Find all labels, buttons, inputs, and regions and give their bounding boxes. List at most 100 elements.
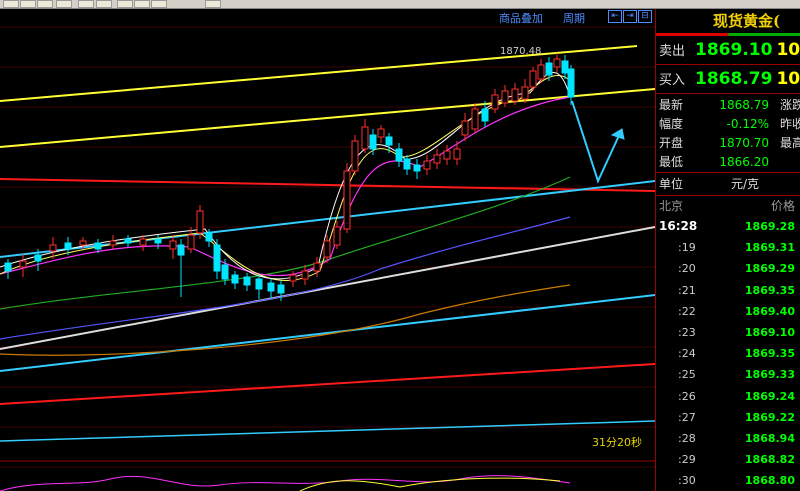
projection-path <box>571 100 623 184</box>
channel-line-lower <box>0 88 655 148</box>
chart-canvas[interactable] <box>0 9 655 491</box>
tick-header-price: 价格 <box>770 199 795 213</box>
stat-row: 开盘 1870.70 最高 <box>656 134 800 153</box>
tick-price: 1868.80 <box>744 474 795 488</box>
kline-chart[interactable]: 商品叠加 周期 ⇤ ⇥ ⊟ 1870.48 31分20秒 <box>0 9 655 491</box>
ma-yellow <box>0 74 569 282</box>
candlestick <box>221 264 229 280</box>
tick-time: :24 <box>678 347 696 361</box>
candlestick <box>139 238 147 246</box>
buy-volume: 10 <box>776 69 800 89</box>
tick-row: :21 1869.35 <box>656 280 800 301</box>
candlestick <box>443 150 451 160</box>
candlestick <box>369 134 377 150</box>
tick-time: :22 <box>678 304 696 318</box>
stat-label-2: 昨收 <box>780 117 800 131</box>
stat-label: 幅度 <box>659 117 684 131</box>
tick-price: 1869.28 <box>744 220 795 233</box>
candlestick <box>289 274 297 282</box>
tick-row: :26 1869.24 <box>656 386 800 407</box>
candlestick <box>196 210 204 234</box>
candlestick <box>333 226 341 246</box>
tick-time: :21 <box>678 283 696 297</box>
toolbar-button[interactable] <box>3 0 19 8</box>
candlestick <box>377 128 385 138</box>
tick-row: :20 1869.29 <box>656 258 800 279</box>
indicator-line-2 <box>299 477 561 491</box>
tick-row: :23 1869.10 <box>656 322 800 343</box>
candlestick <box>323 240 331 258</box>
candlestick <box>154 238 162 244</box>
candlestick <box>529 70 537 88</box>
candlestick <box>267 282 275 292</box>
candlestick <box>94 242 102 250</box>
candlestick <box>413 164 421 172</box>
tick-time: :29 <box>678 453 696 467</box>
sell-volume: 10 <box>776 40 800 60</box>
candlestick <box>205 232 213 242</box>
toolbar-button[interactable] <box>205 0 221 8</box>
sell-label: 卖出 <box>659 44 686 59</box>
instrument-title: 现货黄金( <box>713 12 781 30</box>
candlestick <box>545 62 553 76</box>
nav-collapse-button[interactable]: ⊟ <box>638 10 652 23</box>
toolbar-button[interactable] <box>78 0 94 8</box>
toolbar-button[interactable] <box>96 0 112 8</box>
tick-price: 1869.22 <box>744 410 795 424</box>
candlestick <box>361 126 369 150</box>
stats-block: 最新 1868.79 涨跌 幅度 -0.12% 昨收 开盘 1870.70 最高 最低 186… <box>656 94 800 173</box>
toolbar-button[interactable] <box>151 0 167 8</box>
tick-time: :27 <box>678 410 696 424</box>
toolbar-button[interactable] <box>117 0 133 8</box>
unit-label: 单位 <box>659 177 684 191</box>
toolbar-button[interactable] <box>56 0 72 8</box>
overlay-commodity-button[interactable]: 商品叠加 <box>499 10 543 26</box>
horizontal-support-line <box>0 178 655 192</box>
tick-row: :30 1868.80 <box>656 470 800 491</box>
toolbar-button[interactable] <box>37 0 53 8</box>
tick-row: :28 1868.94 <box>656 428 800 449</box>
candlestick <box>177 244 185 256</box>
candlestick <box>64 242 72 250</box>
tick-header-time: 北京 <box>659 199 684 213</box>
tick-list[interactable]: 16:28 1869.28:19 1869.31:20 1869.29:21 1869.… <box>656 216 800 491</box>
candlestick <box>481 108 489 122</box>
candlestick <box>433 154 441 164</box>
candlestick <box>567 68 575 98</box>
cyan-trendline-bottom <box>0 420 655 442</box>
stat-row: 最新 1868.79 涨跌 <box>656 96 800 115</box>
tick-price: 1869.35 <box>744 347 795 361</box>
toolbar-button[interactable] <box>20 0 36 8</box>
stat-label: 开盘 <box>659 136 684 150</box>
candlestick <box>453 148 461 160</box>
candlestick <box>471 108 479 130</box>
nav-right-button[interactable]: ⇥ <box>623 10 637 23</box>
candlestick <box>385 136 393 146</box>
candlestick <box>34 254 42 262</box>
tick-row: :29 1868.82 <box>656 449 800 470</box>
candlestick <box>49 244 57 252</box>
bar-countdown: 31分20秒 <box>592 436 642 449</box>
tick-time: :19 <box>678 241 696 255</box>
tick-time: 16:28 <box>659 219 698 233</box>
candlestick <box>313 262 321 272</box>
stat-value: 1870.70 <box>719 136 769 150</box>
candlestick <box>521 86 529 100</box>
toolbar-button[interactable] <box>134 0 150 8</box>
sell-row[interactable]: 卖出 1869.10 10 <box>656 36 800 65</box>
tick-price: 1869.24 <box>744 389 795 403</box>
candlestick <box>243 276 251 286</box>
candlestick <box>213 244 221 272</box>
candlestick <box>511 88 519 102</box>
candlestick <box>255 278 263 290</box>
nav-left-button[interactable]: ⇤ <box>608 10 622 23</box>
tick-price: 1869.10 <box>744 325 795 339</box>
top-toolbar <box>0 0 800 9</box>
tick-time: :20 <box>678 262 696 276</box>
candlestick <box>277 284 285 294</box>
buy-row[interactable]: 买入 1868.79 10 <box>656 65 800 94</box>
tick-time: :26 <box>678 389 696 403</box>
tick-price: 1869.35 <box>744 283 795 297</box>
period-button[interactable]: 周期 <box>563 10 585 26</box>
candlestick <box>461 120 469 136</box>
